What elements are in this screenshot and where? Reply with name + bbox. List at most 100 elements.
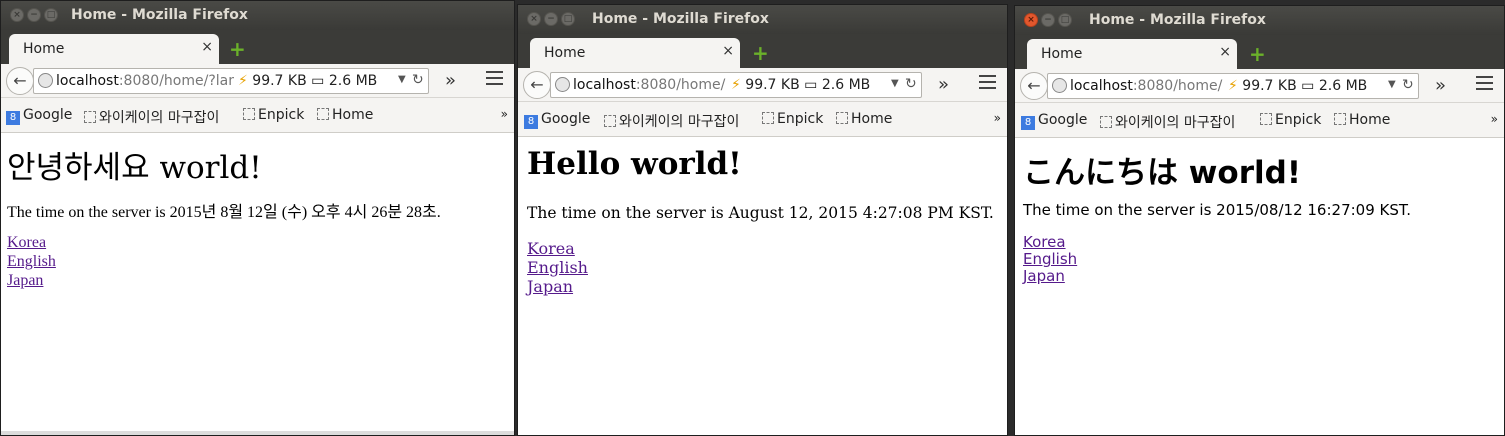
bookmark-google[interactable]: 8 Google <box>1021 112 1087 130</box>
url-dropdown-icon[interactable]: ▼ <box>1388 79 1396 90</box>
url-text: localhost:8080/home/?lan <box>56 73 238 89</box>
site-identity-icon[interactable] <box>1052 78 1067 93</box>
window-title: Home - Mozilla Firefox <box>1089 12 1266 28</box>
url-bar[interactable]: localhost:8080/home/?lan ⚡ 99.7 KB ▭ 2.6… <box>33 68 429 94</box>
tab-close-icon[interactable]: × <box>722 43 734 59</box>
hamburger-menu-icon[interactable] <box>486 71 503 89</box>
back-arrow-icon[interactable]: ← <box>523 71 551 99</box>
tab-home[interactable]: Home × <box>530 38 740 68</box>
page-icon <box>762 112 774 124</box>
lightning-icon: ⚡ <box>238 73 248 89</box>
bookmarks-overflow-icon[interactable]: » <box>994 111 1001 125</box>
maximize-window-icon[interactable]: □ <box>44 8 58 22</box>
link-japan[interactable]: Japan <box>527 277 588 296</box>
tab-close-icon[interactable]: × <box>201 39 213 55</box>
tab-home[interactable]: Home × <box>1027 39 1237 69</box>
link-korea[interactable]: Korea <box>7 233 56 252</box>
back-arrow-icon[interactable]: ← <box>6 67 34 95</box>
bookmark-google[interactable]: 8 Google <box>524 111 590 129</box>
page-size-text: 99.7 KB <box>745 77 800 93</box>
title-bar: × − □ Home - Mozilla Firefox <box>518 5 1007 34</box>
hamburger-menu-icon[interactable] <box>1476 76 1493 94</box>
google-icon: 8 <box>1021 116 1035 130</box>
tab-close-icon[interactable]: × <box>1219 44 1231 60</box>
new-tab-icon[interactable]: + <box>752 41 769 65</box>
reload-icon[interactable]: ↻ <box>1402 77 1414 93</box>
tab-strip: Home × + <box>1 30 514 64</box>
page-content: Hello world! The time on the server is A… <box>518 138 1007 435</box>
desktop-edge <box>1 431 514 435</box>
link-english[interactable]: English <box>7 252 56 271</box>
minimize-window-icon[interactable]: − <box>1041 13 1055 27</box>
tab-strip: Home × + <box>1015 35 1504 69</box>
firefox-window-korean: × − □ Home - Mozilla Firefox Home × + ← … <box>0 0 515 436</box>
close-window-icon[interactable]: × <box>10 8 24 22</box>
bookmark-yk[interactable]: 와이케이의 마구잡이 <box>1100 112 1235 132</box>
lightning-icon: ⚡ <box>731 77 741 93</box>
minimize-window-icon[interactable]: − <box>27 8 41 22</box>
bookmark-yk[interactable]: 와이케이의 마구잡이 <box>604 111 739 131</box>
server-time-text: The time on the server is August 12, 201… <box>527 204 994 222</box>
close-window-icon[interactable]: × <box>1024 13 1038 27</box>
language-links: Korea English Japan <box>527 239 588 296</box>
close-window-icon[interactable]: × <box>527 12 541 26</box>
page-icon <box>1334 113 1346 125</box>
overflow-chevron-icon[interactable]: » <box>938 74 949 95</box>
bookmarks-toolbar: 8 Google 와이케이의 마구잡이 Enpick Home » <box>1 98 514 133</box>
google-icon: 8 <box>6 111 20 125</box>
bookmark-home[interactable]: Home <box>836 111 892 127</box>
reload-icon[interactable]: ↻ <box>905 76 917 92</box>
page-heading: こんにちは world! <box>1023 155 1301 191</box>
overflow-chevron-icon[interactable]: » <box>1435 75 1446 96</box>
url-bar[interactable]: localhost:8080/home/ ⚡ 99.7 KB ▭ 2.6 MB … <box>550 72 922 98</box>
extension-indicator[interactable]: ⚡ 99.7 KB ▭ 2.6 MB <box>1224 74 1372 98</box>
site-identity-icon[interactable] <box>555 77 570 92</box>
url-dropdown-icon[interactable]: ▼ <box>398 74 406 85</box>
maximize-window-icon[interactable]: □ <box>1058 13 1072 27</box>
bookmarks-overflow-icon[interactable]: » <box>501 107 508 121</box>
window-title: Home - Mozilla Firefox <box>71 7 248 23</box>
bookmark-enpick[interactable]: Enpick <box>1260 112 1321 128</box>
new-tab-icon[interactable]: + <box>229 37 246 61</box>
maximize-window-icon[interactable]: □ <box>561 12 575 26</box>
new-tab-icon[interactable]: + <box>1249 42 1266 66</box>
bookmark-home[interactable]: Home <box>317 107 373 123</box>
extension-indicator[interactable]: ⚡ 99.7 KB ▭ 2.6 MB <box>234 69 382 93</box>
hamburger-menu-icon[interactable] <box>979 75 996 93</box>
server-time-text: The time on the server is 2015년 8월 12일 (… <box>7 204 441 221</box>
page-size-text: 99.7 KB <box>252 73 307 89</box>
bookmark-enpick[interactable]: Enpick <box>243 107 304 123</box>
extension-indicator[interactable]: ⚡ 99.7 KB ▭ 2.6 MB <box>727 73 875 97</box>
page-icon <box>243 108 255 120</box>
back-arrow-icon[interactable]: ← <box>1020 72 1048 100</box>
link-korea[interactable]: Korea <box>527 239 588 258</box>
page-size-text: 99.7 KB <box>1242 78 1297 94</box>
link-korea[interactable]: Korea <box>1023 234 1077 251</box>
language-links: Korea English Japan <box>1023 234 1077 285</box>
navigation-bar: ← localhost:8080/home/ ⚡ 99.7 KB ▭ 2.6 M… <box>1015 69 1504 103</box>
link-english[interactable]: English <box>1023 251 1077 268</box>
url-dropdown-icon[interactable]: ▼ <box>891 78 899 89</box>
bookmark-home[interactable]: Home <box>1334 112 1390 128</box>
url-text: localhost:8080/home/ <box>1070 78 1223 94</box>
bookmark-google[interactable]: 8 Google <box>6 107 72 125</box>
site-identity-icon[interactable] <box>38 73 53 88</box>
tab-home[interactable]: Home × <box>9 34 219 64</box>
memory-text: 2.6 MB <box>1318 78 1368 94</box>
title-bar: × − □ Home - Mozilla Firefox <box>1 1 514 30</box>
link-english[interactable]: English <box>527 258 588 277</box>
page-icon <box>84 111 96 123</box>
minimize-window-icon[interactable]: − <box>544 12 558 26</box>
bookmark-yk[interactable]: 와이케이의 마구잡이 <box>84 107 219 127</box>
overflow-chevron-icon[interactable]: » <box>445 70 456 91</box>
google-icon: 8 <box>524 115 538 129</box>
url-bar[interactable]: localhost:8080/home/ ⚡ 99.7 KB ▭ 2.6 MB … <box>1047 73 1419 99</box>
memory-text: 2.6 MB <box>328 73 378 89</box>
page-icon <box>1260 113 1272 125</box>
link-japan[interactable]: Japan <box>7 271 56 290</box>
bookmark-enpick[interactable]: Enpick <box>762 111 823 127</box>
bookmarks-overflow-icon[interactable]: » <box>1491 112 1498 126</box>
page-content: こんにちは world! The time on the server is 2… <box>1015 139 1504 435</box>
link-japan[interactable]: Japan <box>1023 268 1077 285</box>
reload-icon[interactable]: ↻ <box>412 72 424 88</box>
